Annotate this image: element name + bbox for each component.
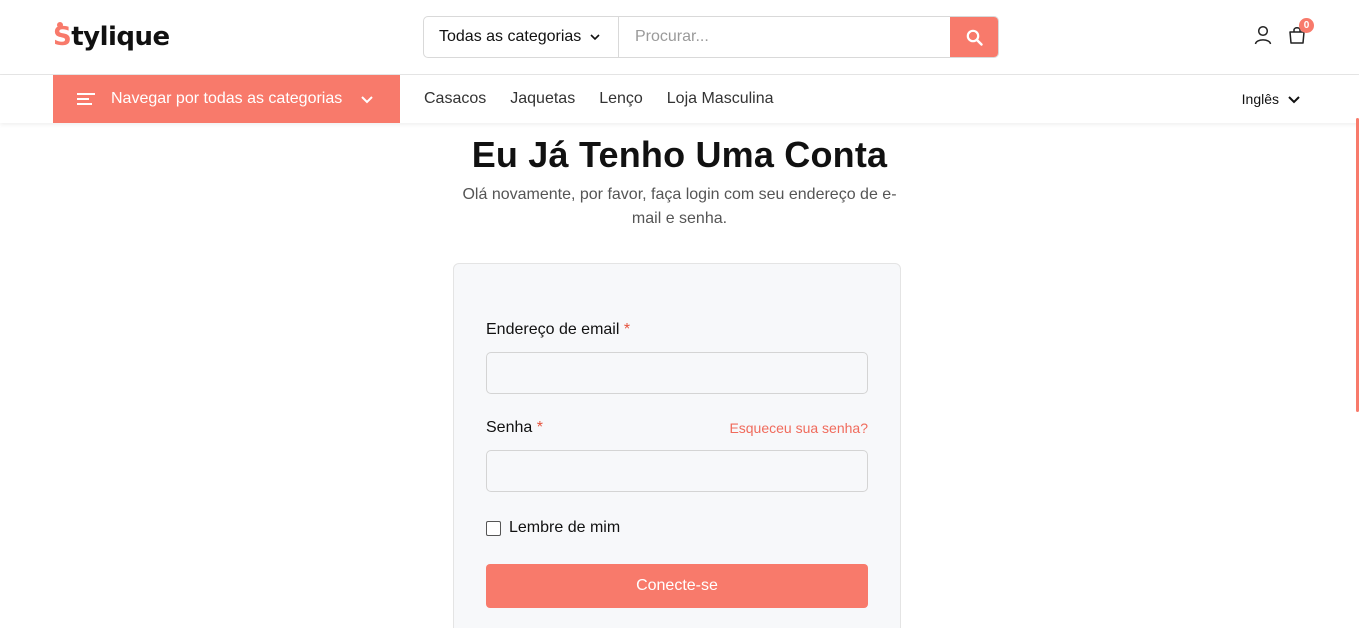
language-label: Inglês	[1241, 91, 1279, 107]
chevron-down-icon	[1288, 96, 1300, 104]
language-select[interactable]: Inglês	[1242, 75, 1301, 123]
password-label: Senha *	[486, 419, 543, 436]
search-bar: Todas as categorias	[423, 16, 999, 58]
cart-count-badge: 0	[1299, 18, 1314, 33]
browse-categories-button[interactable]: Navegar por todas as categorias	[53, 75, 400, 123]
site-header: Stylique Todas as categorias 0	[0, 0, 1359, 75]
search-button[interactable]	[950, 17, 998, 57]
login-form: Endereço de email * Senha * Esqueceu sua…	[453, 263, 901, 628]
logo-text: tylique	[71, 22, 170, 52]
main-nav: Navegar por todas as categorias Casacos …	[0, 75, 1359, 123]
email-label: Endereço de email *	[486, 321, 631, 338]
password-label-row: Senha * Esqueceu sua senha?	[486, 419, 868, 437]
login-button[interactable]: Conecte-se	[486, 564, 868, 608]
page-subtitle: Olá novamente, por favor, faça login com…	[462, 186, 897, 227]
remember-me-checkbox[interactable]	[486, 520, 501, 536]
password-field[interactable]	[486, 450, 868, 492]
category-select-label: Todas as categorias	[439, 28, 582, 45]
chevron-down-icon	[590, 34, 600, 41]
logo-letter: S	[53, 22, 72, 52]
remember-me-label: Lembre de mim	[509, 519, 621, 536]
required-mark: *	[623, 321, 631, 338]
browse-categories-label: Navegar por todas as categorias	[111, 90, 343, 107]
nav-links: Casacos Jaquetas Lenço Loja Masculina	[424, 75, 774, 123]
logo[interactable]: Stylique	[53, 19, 170, 55]
menu-icon	[77, 93, 95, 105]
required-mark: *	[536, 419, 543, 436]
shopping-bag-icon[interactable]: 0	[1287, 18, 1314, 46]
nav-link-casacos[interactable]: Casacos	[424, 90, 486, 108]
user-icon[interactable]	[1253, 24, 1273, 46]
search-icon	[966, 29, 983, 46]
search-input[interactable]	[619, 17, 950, 57]
nav-link-loja-masculina[interactable]: Loja Masculina	[667, 90, 774, 108]
nav-link-lenco[interactable]: Lenço	[599, 90, 643, 108]
page-title: Eu Já Tenho Uma Conta	[471, 134, 888, 175]
category-select[interactable]: Todas as categorias	[424, 17, 619, 57]
email-field[interactable]	[486, 352, 868, 394]
forgot-password-link[interactable]: Esqueceu sua senha?	[729, 420, 868, 436]
chevron-down-icon	[361, 96, 373, 104]
header-icons: 0	[1253, 18, 1314, 46]
remember-me: Lembre de mim	[486, 519, 620, 537]
nav-link-jaquetas[interactable]: Jaquetas	[510, 90, 575, 108]
email-label-row: Endereço de email *	[486, 321, 868, 339]
